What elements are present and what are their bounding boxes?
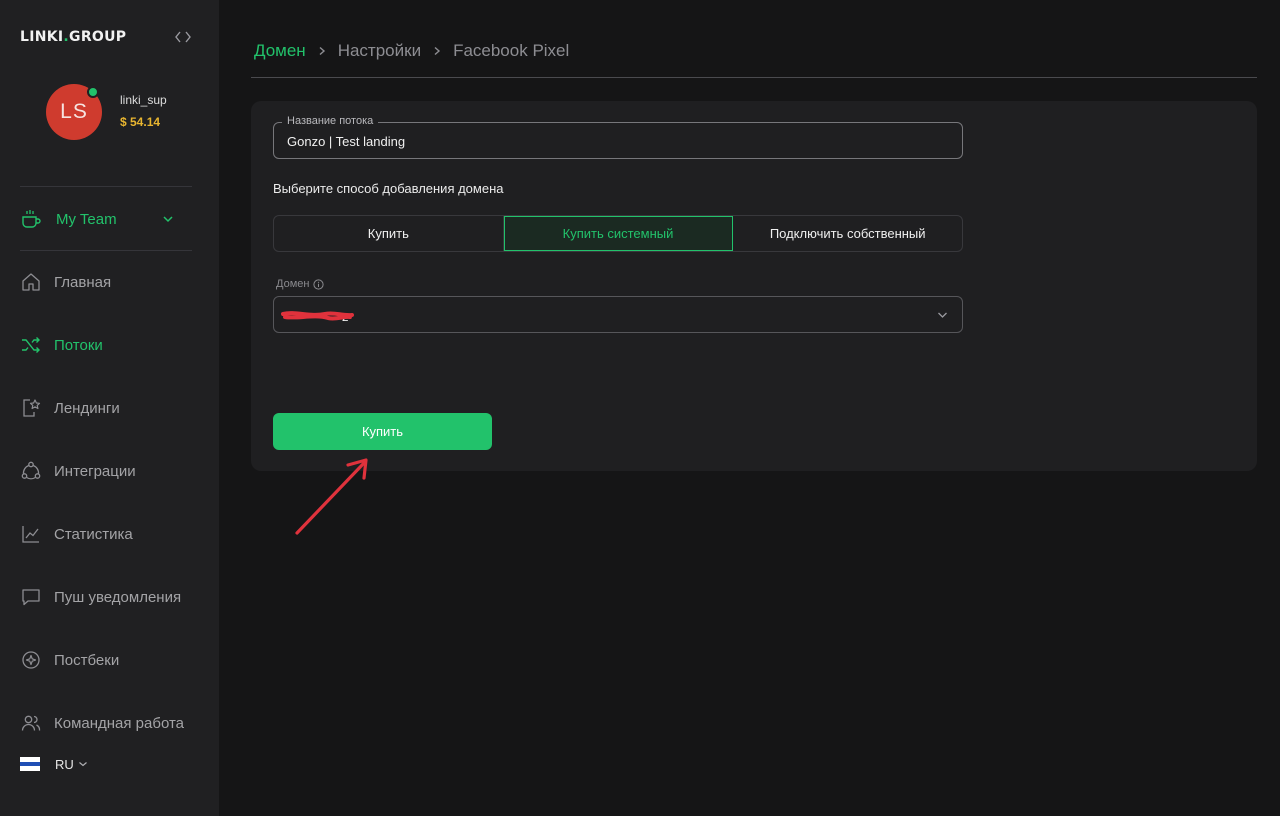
breadcrumb-domain[interactable]: Домен [254,41,306,61]
language-selector[interactable]: RU [20,754,88,774]
russia-flag-icon [20,757,40,772]
stream-name-label: Название потока [282,115,379,127]
balance: $ 54.14 [120,115,161,129]
coffee-cup-icon [22,210,41,228]
divider [20,186,192,187]
nav-label: Главная [54,273,112,291]
chevron-down-icon [163,216,173,223]
header-divider [251,77,1257,78]
team-label: My Team [56,210,117,228]
collapse-sidebar-icon[interactable] [175,30,191,44]
nav-item-integrations[interactable]: Интеграции [20,457,205,485]
annotation-arrow [295,458,368,535]
breadcrumb-settings[interactable]: Настройки [338,41,421,61]
home-icon [22,273,40,291]
domain-label: Домен [276,278,325,290]
chevron-down-icon [78,762,87,767]
method-option-buy[interactable]: Купить [274,216,504,251]
nav-label: Постбеки [54,651,120,669]
nav-item-push[interactable]: Пуш уведомления [20,583,205,611]
domain-method-selector: Купить Купить системный Подключить собст… [273,215,963,252]
landing-icon [23,399,41,417]
redaction-scribble [281,311,354,321]
nav-item-teamwork[interactable]: Командная работа [20,709,205,737]
postback-icon [22,651,40,669]
nav-label: Лендинги [54,399,120,417]
nav-label: Интеграции [54,462,136,480]
nav-item-streams[interactable]: Потоки [20,331,205,359]
nav-label: Командная работа [54,714,185,732]
nav-item-postbacks[interactable]: Постбеки [20,646,205,674]
info-icon[interactable] [313,278,325,290]
integrations-icon [21,461,41,480]
method-label: Выберите способ добавления домена [273,181,504,196]
nav-label: Статистика [54,525,133,543]
divider [20,250,192,251]
nav-item-landings[interactable]: Лендинги [20,394,205,422]
shuffle-icon [22,337,40,353]
nav-label: Потоки [54,336,103,354]
nav-label: Пуш уведомления [54,588,182,606]
chevron-right-icon [319,46,325,56]
language-code: RU [55,756,74,772]
chevron-down-icon [938,312,947,318]
nav-item-statistics[interactable]: Статистика [20,520,205,548]
online-status-dot [87,86,99,98]
username: linki_sup [120,93,167,107]
sidebar: LINKI.GROUP LS linki_sup $ 54.14 My Team… [0,0,219,816]
team-icon [21,715,41,731]
nav-item-home[interactable]: Главная [20,268,205,296]
logo[interactable]: LINKI.GROUP [20,29,126,45]
breadcrumb: Домен Настройки Facebook Pixel [254,40,569,62]
domain-select[interactable]: z [273,296,963,333]
method-option-connect-own[interactable]: Подключить собственный [733,216,962,251]
team-selector[interactable]: My Team [20,205,192,233]
method-option-buy-system[interactable]: Купить системный [503,216,734,251]
chat-icon [22,589,40,606]
buy-button[interactable]: Купить [273,413,492,450]
chevron-right-icon [434,46,441,56]
breadcrumb-facebook-pixel: Facebook Pixel [453,41,570,60]
stream-name-value[interactable]: Gonzo | Test landing [287,134,405,149]
chart-icon [22,526,39,543]
